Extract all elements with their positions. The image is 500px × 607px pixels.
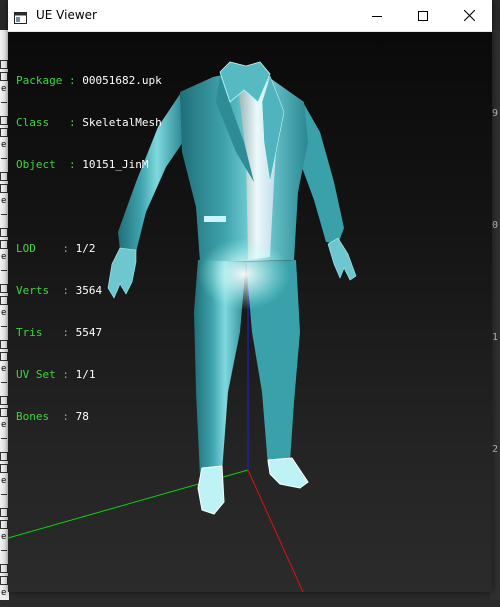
strip-letter: e	[1, 140, 7, 150]
title-bar[interactable]: UE Viewer	[8, 0, 492, 32]
right-hand	[327, 237, 357, 281]
strip-box	[0, 464, 8, 473]
strip-dash	[1, 158, 7, 159]
strip-box	[0, 352, 8, 361]
ruler-label: 0	[492, 220, 499, 231]
info-row-uvset: UV Set : 1/1	[16, 368, 96, 381]
strip-box	[0, 508, 8, 517]
strip-dash	[1, 214, 7, 215]
strip-box	[0, 184, 8, 193]
strip-letter: e	[1, 476, 7, 486]
strip-letter: e	[1, 196, 7, 206]
strip-dash	[1, 438, 7, 439]
maximize-icon	[418, 10, 428, 21]
strip-dash	[1, 270, 7, 271]
right-sleeve	[300, 104, 344, 244]
strip-box	[0, 576, 8, 585]
strip-box	[0, 228, 8, 237]
close-icon	[463, 10, 475, 21]
ruler-label: 1	[492, 332, 499, 343]
ue-viewer-window: UE Viewer Package: 00051682.upk Class:…	[8, 0, 492, 592]
specular-glow	[198, 238, 290, 310]
strip-box	[0, 128, 8, 137]
strip-letter: e	[1, 588, 7, 598]
strip-box	[0, 340, 8, 349]
strip-box	[0, 296, 8, 305]
jacket-pocket	[204, 216, 226, 222]
strip-box	[0, 72, 8, 81]
strip-letter: e	[1, 84, 7, 94]
ruler-label: 9	[492, 108, 499, 119]
window-title: UE Viewer	[36, 8, 97, 22]
info-row-class: Class : SkeletalMesh	[16, 116, 162, 129]
strip-box	[0, 396, 8, 405]
strip-letter: e	[1, 252, 7, 262]
3d-viewport[interactable]: Package : 00051682.upk Class : SkeletalM…	[8, 32, 492, 592]
strip-box	[0, 116, 8, 125]
minimize-icon	[372, 15, 382, 17]
close-button[interactable]	[446, 0, 492, 31]
maximize-button[interactable]	[400, 0, 446, 31]
ruler-label: 2	[492, 444, 499, 455]
minimize-button[interactable]	[354, 0, 400, 31]
info-row-package: Package : 00051682.upk	[16, 74, 162, 87]
strip-box	[0, 408, 8, 417]
strip-dash	[1, 550, 7, 551]
strip-dash	[1, 326, 7, 327]
strip-box	[0, 452, 8, 461]
strip-box	[0, 520, 8, 529]
strip-dash	[1, 494, 7, 495]
strip-box	[0, 240, 8, 249]
info-row-object: Object : 10151_JinM	[16, 158, 149, 171]
strip-dash	[1, 382, 7, 383]
info-row-verts: Verts : 3564	[16, 284, 103, 297]
info-row-bones: Bones : 78	[16, 410, 89, 423]
strip-letter: e	[1, 364, 7, 374]
mesh-info-overlay: Package : 00051682.upk Class : SkeletalM…	[16, 46, 162, 452]
info-row-lod: LOD : 1/2	[16, 242, 96, 255]
strip-letter: e	[1, 420, 7, 430]
strip-box	[0, 172, 8, 181]
strip-dash	[1, 102, 7, 103]
info-row-tris: Tris : 5547	[16, 326, 103, 339]
strip-box	[0, 564, 8, 573]
axis-x-line	[247, 469, 304, 592]
strip-box	[0, 284, 8, 293]
right-shoe	[267, 457, 309, 489]
app-window-icon	[14, 9, 27, 24]
strip-letter: e	[1, 308, 7, 318]
strip-box	[0, 60, 8, 69]
left-shoe	[197, 465, 225, 515]
strip-letter: e	[1, 532, 7, 542]
